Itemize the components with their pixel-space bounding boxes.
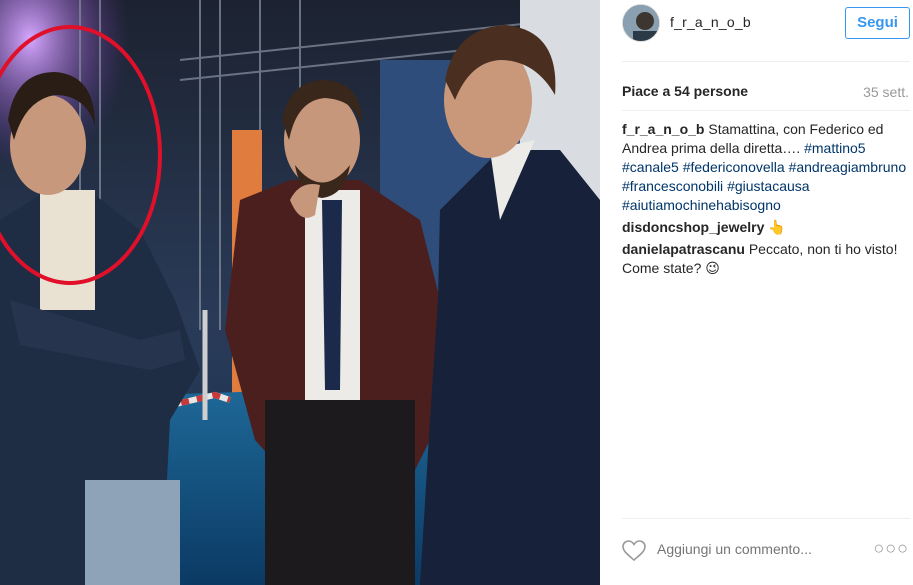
divider [622, 518, 910, 519]
hashtag[interactable]: #francesconobili [622, 178, 723, 194]
header-username[interactable]: f_r_a_n_o_b [670, 14, 751, 30]
avatar[interactable] [622, 4, 660, 42]
hashtag[interactable]: #andreagiambruno [789, 159, 907, 175]
comments-list: f_r_a_n_o_b Stamattina, con Federico ed … [622, 120, 907, 281]
heart-icon[interactable] [622, 540, 646, 562]
comment-text: 👆 [764, 219, 786, 235]
hashtag[interactable]: #canale5 [622, 159, 679, 175]
comment-user[interactable]: danielapatrascanu [622, 241, 745, 257]
post-photo[interactable] [0, 0, 600, 585]
post-time[interactable]: 35 sett. [863, 84, 909, 100]
hashtag[interactable]: #aiutiamochinehabisogno [622, 197, 781, 213]
add-comment-row: ○○○ [622, 536, 913, 566]
divider [622, 61, 910, 62]
photo-scene [0, 0, 600, 585]
more-options-icon[interactable]: ○○○ [873, 538, 909, 559]
post-header: f_r_a_n_o_b Segui [600, 0, 913, 58]
post-side-panel: f_r_a_n_o_b Segui Piace a 54 persone 35 … [600, 0, 913, 585]
comment: disdoncshop_jewelry 👆 [622, 218, 907, 237]
hashtag[interactable]: #giustacausa [727, 178, 810, 194]
comment: danielapatrascanu Peccato, non ti ho vis… [622, 240, 907, 278]
divider [622, 110, 910, 111]
hashtag[interactable]: #federiconovella [683, 159, 785, 175]
caption-user[interactable]: f_r_a_n_o_b [622, 121, 704, 137]
caption: f_r_a_n_o_b Stamattina, con Federico ed … [622, 120, 907, 215]
comment-user[interactable]: disdoncshop_jewelry [622, 219, 764, 235]
likes-count[interactable]: Piace a 54 persone [622, 83, 748, 99]
hashtag[interactable]: #mattino5 [804, 140, 865, 156]
follow-button[interactable]: Segui [845, 7, 910, 39]
add-comment-input[interactable] [657, 541, 867, 557]
